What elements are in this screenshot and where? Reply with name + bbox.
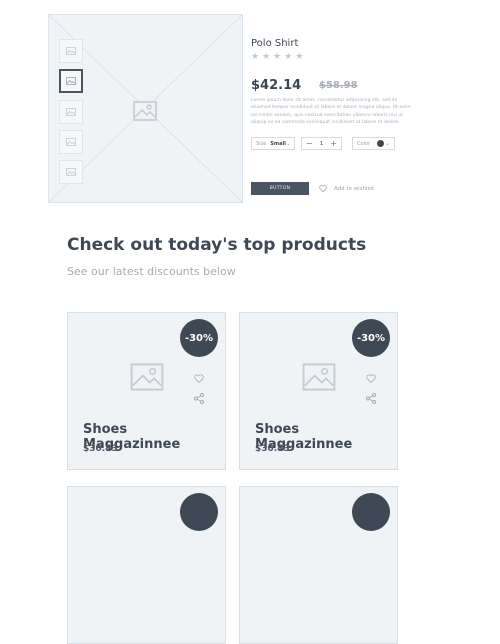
size-label: Size <box>256 140 267 147</box>
primary-button[interactable]: BUTTON <box>251 182 309 195</box>
quantity-value: 1 <box>319 140 324 147</box>
quantity-stepper[interactable]: − 1 + <box>301 137 342 150</box>
product-old-price: $58.98 <box>319 80 358 91</box>
product-card[interactable]: -30% Shoes Maggazinnee $30.43 <box>67 312 226 470</box>
chevron-down-icon: ⌄ <box>285 140 291 147</box>
gallery-thumbnail-5[interactable] <box>59 160 83 184</box>
discount-badge: -30% <box>352 319 390 357</box>
image-icon <box>302 363 336 391</box>
image-icon <box>130 363 164 391</box>
discount-badge: -30% <box>180 319 218 357</box>
discount-badge <box>180 493 218 531</box>
color-label: Color <box>357 140 371 147</box>
gallery-thumbnail-3[interactable] <box>59 100 83 124</box>
heart-icon <box>319 185 327 192</box>
gallery-thumbnail-4[interactable] <box>59 130 83 154</box>
product-card[interactable] <box>67 486 226 644</box>
color-swatch <box>377 140 385 147</box>
gallery-thumbnail-2[interactable] <box>59 69 83 93</box>
chevron-down-icon: ⌄ <box>384 140 390 147</box>
rating-stars[interactable]: ★★★★★ <box>251 52 306 62</box>
heart-icon[interactable] <box>366 374 376 383</box>
card-price: $30.43 <box>83 444 118 454</box>
share-icon[interactable] <box>366 393 376 404</box>
product-description: Lorem ipsum dolor sit amet, consectetur … <box>251 98 411 125</box>
heart-icon[interactable] <box>194 374 204 383</box>
product-card[interactable]: -30% Shoes Maggazinnee $30.43 <box>239 312 398 470</box>
plus-icon[interactable]: + <box>330 139 337 148</box>
wishlist-label: Add to wishlist <box>334 185 375 192</box>
discount-badge <box>352 493 390 531</box>
card-price: $30.43 <box>255 444 290 454</box>
product-name: Polo Shirt <box>251 38 299 49</box>
product-price: $42.14 <box>251 78 302 93</box>
image-icon <box>66 108 76 116</box>
image-icon <box>66 168 76 176</box>
color-select[interactable]: Color ⌄ <box>352 137 395 150</box>
size-select[interactable]: Size Small ⌄ <box>251 137 295 150</box>
gallery-thumbnail-1[interactable] <box>59 39 83 63</box>
image-icon <box>66 138 76 146</box>
minus-icon[interactable]: − <box>306 139 313 148</box>
size-value: Small <box>270 140 286 147</box>
section-subtitle: See our latest discounts below <box>67 265 236 278</box>
image-icon <box>66 47 76 55</box>
image-icon <box>66 77 76 85</box>
product-card[interactable] <box>239 486 398 644</box>
share-icon[interactable] <box>194 393 204 404</box>
image-icon <box>133 101 157 121</box>
product-image-gallery <box>48 14 243 203</box>
section-title: Check out today's top products <box>67 235 367 255</box>
add-to-wishlist-link[interactable]: Add to wishlist <box>319 185 374 192</box>
